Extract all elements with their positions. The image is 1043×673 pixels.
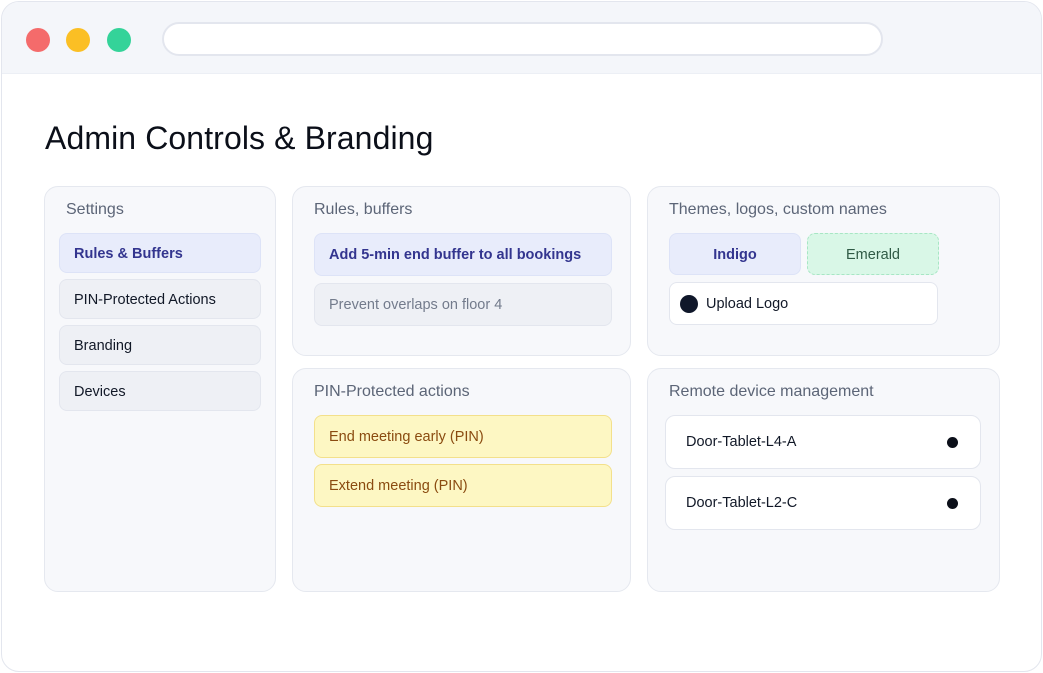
- pin-actions-title: PIN-Protected actions: [314, 383, 470, 400]
- devices-card: Remote device management Door-Tablet-L4-…: [647, 368, 1000, 592]
- maximize-window-button[interactable]: [107, 28, 131, 52]
- end-meeting-early-action[interactable]: End meeting early (PIN): [314, 415, 612, 458]
- extend-meeting-action[interactable]: Extend meeting (PIN): [314, 464, 612, 507]
- rules-buffers-title: Rules, buffers: [314, 201, 413, 218]
- upload-logo-label: Upload Logo: [706, 296, 789, 312]
- device-status-icon: [947, 437, 958, 448]
- device-name: Door-Tablet-L2-C: [686, 495, 798, 511]
- sidebar-item-branding[interactable]: Branding: [59, 325, 261, 365]
- devices-title: Remote device management: [669, 383, 874, 400]
- minimize-window-button[interactable]: [66, 28, 90, 52]
- page-title: Admin Controls & Branding: [45, 120, 434, 156]
- logo-placeholder-icon: [680, 295, 698, 313]
- close-window-button[interactable]: [26, 28, 50, 52]
- prevent-overlaps-rule[interactable]: Prevent overlaps on floor 4: [314, 283, 612, 326]
- settings-title: Settings: [66, 201, 124, 218]
- sidebar-item-pin-protected-actions[interactable]: PIN-Protected Actions: [59, 279, 261, 319]
- end-buffer-rule[interactable]: Add 5-min end buffer to all bookings: [314, 233, 612, 276]
- sidebar-item-rules-buffers[interactable]: Rules & Buffers: [59, 233, 261, 273]
- branding-title: Themes, logos, custom names: [669, 201, 887, 218]
- rules-buffers-card: Rules, buffers Add 5-min end buffer to a…: [292, 186, 631, 356]
- theme-indigo-button[interactable]: Indigo: [669, 233, 801, 275]
- theme-emerald-button[interactable]: Emerald: [807, 233, 939, 275]
- address-bar[interactable]: [162, 22, 883, 56]
- device-name: Door-Tablet-L4-A: [686, 434, 797, 450]
- browser-window: Admin Controls & Branding Settings Rules…: [1, 1, 1042, 672]
- sidebar-item-devices[interactable]: Devices: [59, 371, 261, 411]
- device-row[interactable]: Door-Tablet-L2-C: [665, 476, 981, 530]
- settings-panel: Settings Rules & Buffers PIN-Protected A…: [44, 186, 276, 592]
- device-status-icon: [947, 498, 958, 509]
- pin-actions-card: PIN-Protected actions End meeting early …: [292, 368, 631, 592]
- window-titlebar: [2, 2, 1041, 74]
- device-row[interactable]: Door-Tablet-L4-A: [665, 415, 981, 469]
- upload-logo-button[interactable]: Upload Logo: [669, 282, 938, 325]
- branding-card: Themes, logos, custom names Indigo Emera…: [647, 186, 1000, 356]
